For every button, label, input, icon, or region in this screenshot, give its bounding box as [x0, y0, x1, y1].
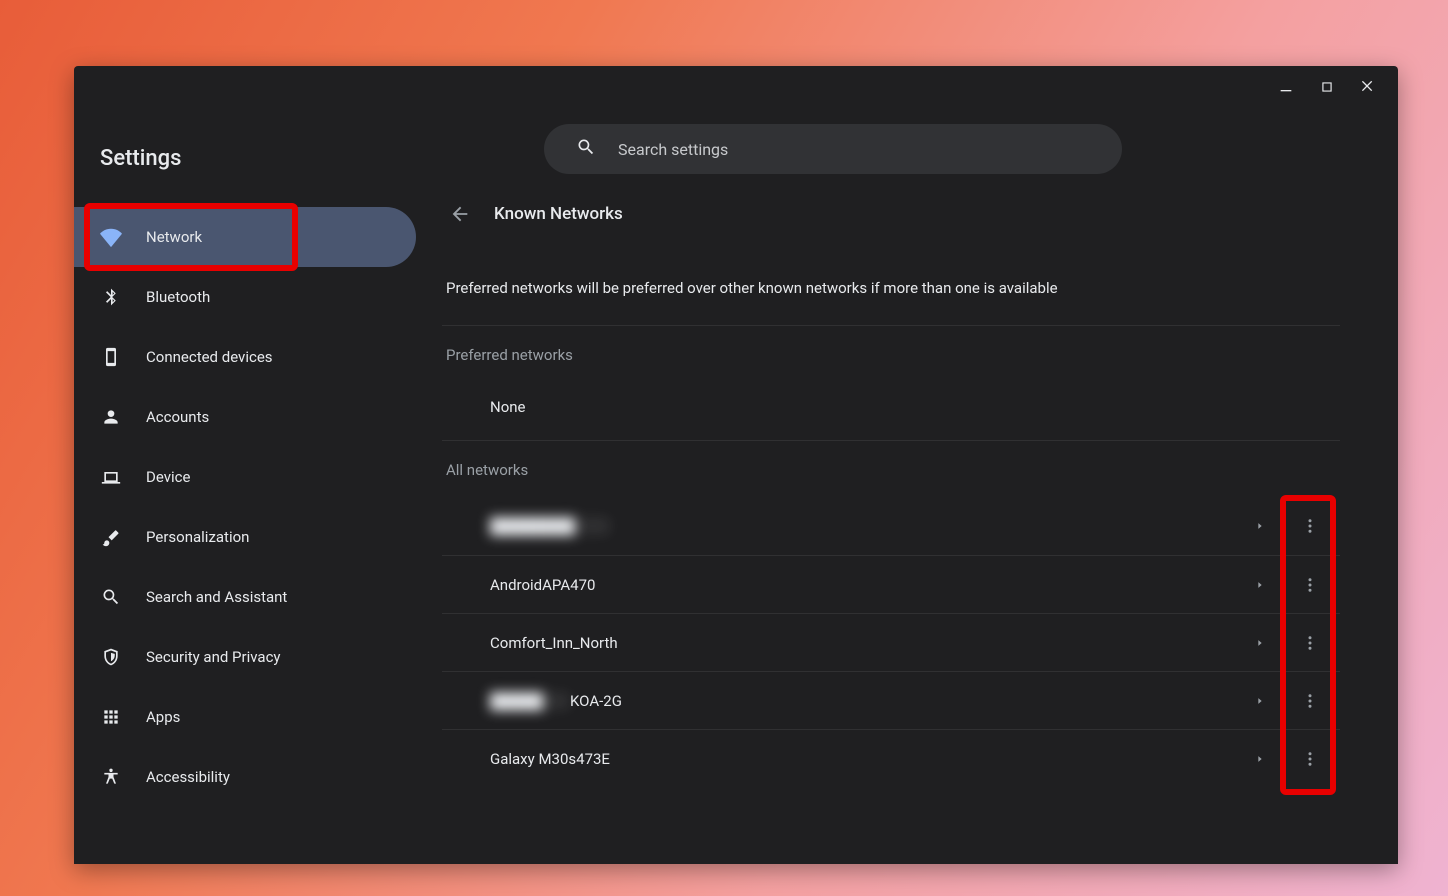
network-row[interactable]: AndroidAPA470 [442, 555, 1340, 613]
sidebar-item-label: Network [146, 228, 202, 246]
panel-header: Known Networks [424, 188, 1358, 245]
network-row[interactable]: Galaxy M30s473E [442, 729, 1340, 787]
known-networks-panel: Known Networks Preferred networks will b… [424, 188, 1358, 864]
sidebar-item-connected-devices[interactable]: Connected devices [74, 327, 416, 387]
sidebar-item-label: Apps [146, 708, 180, 726]
main-panel: Known Networks Preferred networks will b… [424, 110, 1398, 864]
sidebar-item-label: Connected devices [146, 348, 273, 366]
sidebar: Settings Network Bluetooth [74, 110, 424, 864]
maximize-button[interactable] [1320, 79, 1334, 98]
preferred-networks-label: Preferred networks [442, 326, 1340, 382]
shield-icon [100, 646, 122, 668]
window-titlebar [74, 66, 1398, 110]
app-title: Settings [74, 124, 424, 207]
sidebar-item-label: Accounts [146, 408, 209, 426]
window-body: Settings Network Bluetooth [74, 110, 1398, 864]
more-button[interactable] [1280, 692, 1340, 710]
search-bar[interactable] [544, 124, 1122, 174]
sidebar-item-device[interactable]: Device [74, 447, 416, 507]
network-name: Comfort_Inn_North [490, 634, 1240, 652]
chevron-right-icon [1240, 638, 1280, 648]
network-name: Galaxy M30s473E [490, 750, 1240, 768]
settings-window: Settings Network Bluetooth [74, 66, 1398, 864]
panel-body: Preferred networks will be preferred ove… [424, 245, 1358, 787]
sidebar-item-apps[interactable]: Apps [74, 687, 416, 747]
wifi-icon [100, 226, 122, 248]
sidebar-item-network[interactable]: Network [74, 207, 416, 267]
sidebar-item-search-assistant[interactable]: Search and Assistant [74, 567, 416, 627]
brush-icon [100, 526, 122, 548]
network-name: █████KOA-2G [490, 692, 1240, 710]
sidebar-item-label: Personalization [146, 528, 249, 546]
sidebar-item-label: Security and Privacy [146, 648, 281, 666]
sidebar-item-bluetooth[interactable]: Bluetooth [74, 267, 416, 327]
accessibility-icon [100, 766, 122, 788]
network-row[interactable]: █████KOA-2G [442, 671, 1340, 729]
network-row[interactable]: ████████ [442, 497, 1340, 555]
all-networks-label: All networks [442, 441, 1340, 497]
search-icon [100, 586, 122, 608]
laptop-icon [100, 466, 122, 488]
sidebar-item-personalization[interactable]: Personalization [74, 507, 416, 567]
sidebar-item-accounts[interactable]: Accounts [74, 387, 416, 447]
search-icon [576, 137, 596, 161]
minimize-button[interactable] [1278, 78, 1294, 98]
search-input[interactable] [618, 140, 1090, 159]
panel-description: Preferred networks will be preferred ove… [442, 245, 1340, 326]
sidebar-item-security-privacy[interactable]: Security and Privacy [74, 627, 416, 687]
more-button[interactable] [1280, 517, 1340, 535]
more-button[interactable] [1280, 634, 1340, 652]
sidebar-item-label: Accessibility [146, 768, 230, 786]
chevron-right-icon [1240, 696, 1280, 706]
chevron-right-icon [1240, 754, 1280, 764]
sidebar-item-label: Bluetooth [146, 288, 210, 306]
back-button[interactable] [446, 200, 474, 228]
network-name: ████████ [490, 517, 1240, 535]
chevron-right-icon [1240, 521, 1280, 531]
more-button[interactable] [1280, 750, 1340, 768]
close-button[interactable] [1360, 78, 1376, 98]
bluetooth-icon [100, 286, 122, 308]
apps-icon [100, 706, 122, 728]
preferred-networks-none: None [442, 382, 1340, 441]
network-name: AndroidAPA470 [490, 576, 1240, 594]
more-button[interactable] [1280, 576, 1340, 594]
phone-icon [100, 346, 122, 368]
network-list: ████████ AndroidAPA470 Comfort_Inn_North ██… [442, 497, 1340, 787]
chevron-right-icon [1240, 580, 1280, 590]
sidebar-item-label: Search and Assistant [146, 588, 287, 606]
person-icon [100, 406, 122, 428]
network-row[interactable]: Comfort_Inn_North [442, 613, 1340, 671]
sidebar-item-label: Device [146, 468, 190, 486]
sidebar-item-accessibility[interactable]: Accessibility [74, 747, 416, 807]
panel-title: Known Networks [494, 204, 623, 224]
sidebar-nav: Network Bluetooth Connected devices [74, 207, 424, 807]
